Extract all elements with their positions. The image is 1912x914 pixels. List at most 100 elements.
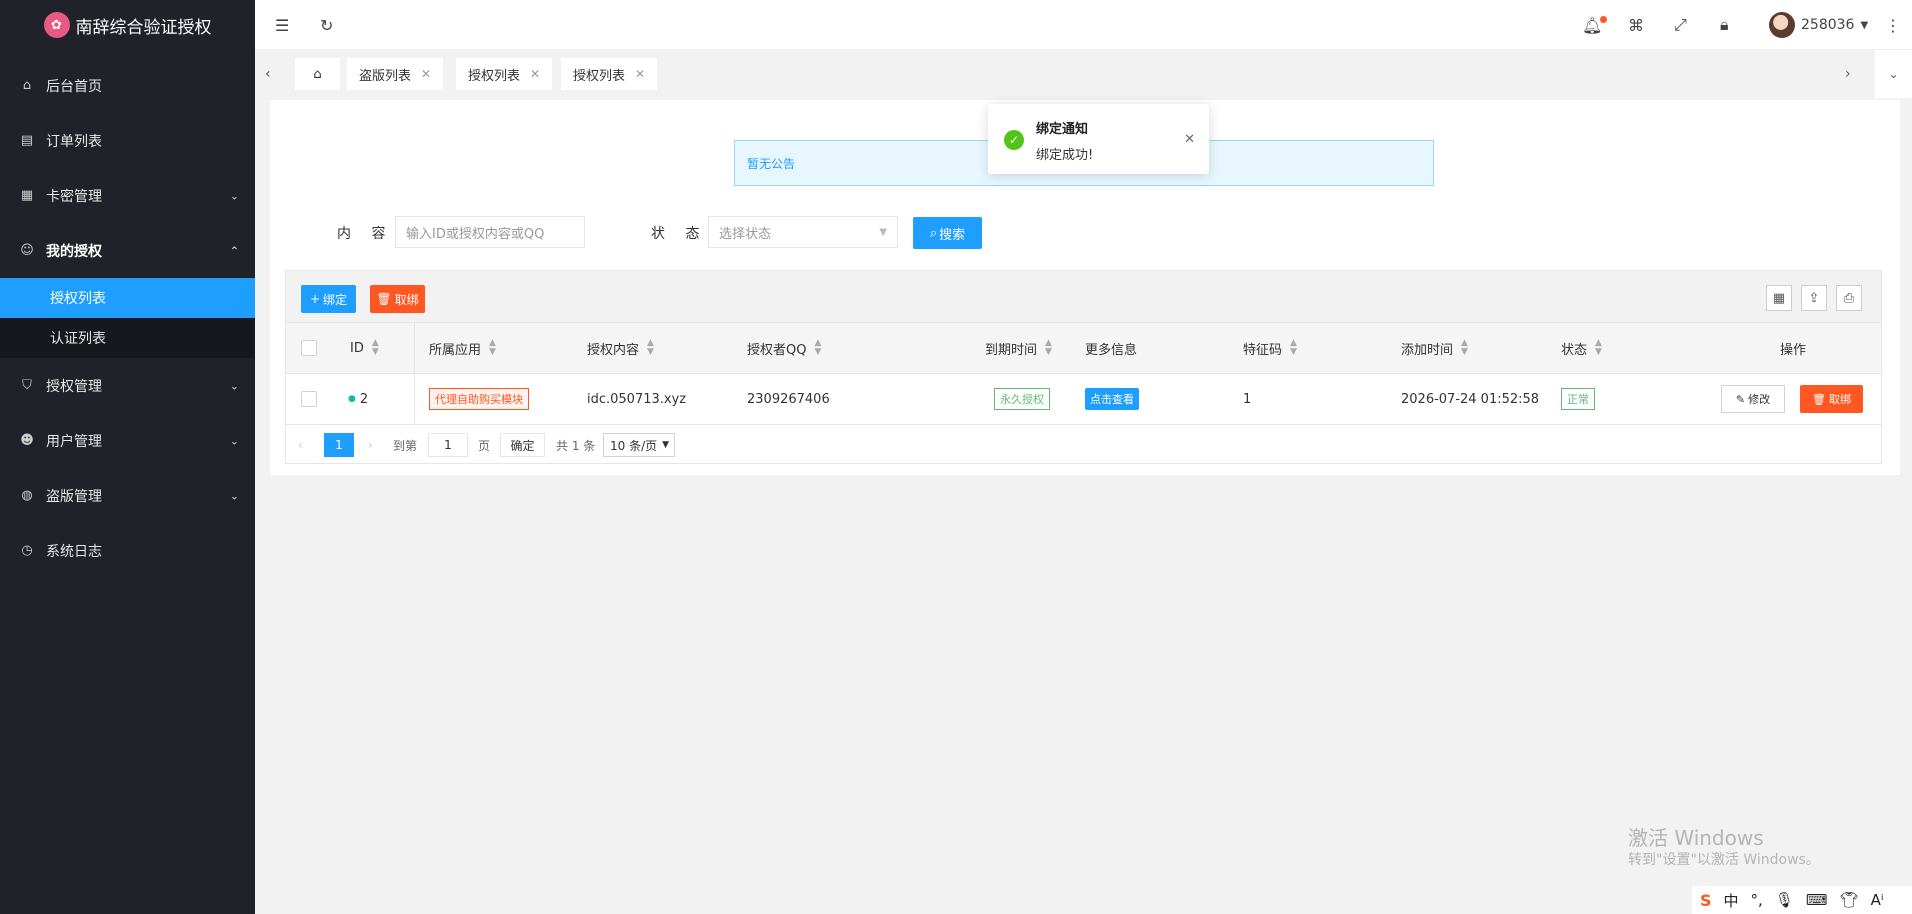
bind-button-label: 绑定 [323, 292, 348, 307]
app-title: 南辞综合验证授权 [75, 17, 212, 38]
col-header-added[interactable]: 添加时间 ▲ ▼ [1401, 323, 1468, 373]
col-header-status[interactable]: 状态 ▲ ▼ [1561, 323, 1602, 373]
unbind-button[interactable]: 🗑︎ 取绑 [370, 285, 425, 313]
col-header-content[interactable]: 授权内容 ▲ ▼ [587, 323, 654, 373]
status-select[interactable]: 选择状态 ▼ [708, 216, 898, 248]
sidebar-item-label: 后台首页 [46, 78, 102, 95]
sidebar-item-piracy[interactable]: ◍ 盗版管理 ⌄ [0, 468, 255, 523]
export-icon[interactable]: ⇪ [1801, 285, 1827, 311]
caret-down-icon: ▼ [1860, 19, 1869, 31]
home-icon: ⌂ [313, 66, 322, 82]
tab-auth-list-active[interactable]: 授权列表 ✕ [561, 58, 658, 90]
search-icon: ⌕ [929, 225, 938, 241]
tabs-dropdown-icon[interactable]: ⌄ [1875, 50, 1912, 98]
select-all-checkbox[interactable] [301, 340, 317, 356]
lock-icon[interactable]: 🔒︎ [1720, 0, 1729, 50]
chevron-up-icon: ⌃ [229, 244, 239, 257]
sidebar: ✿ 南辞综合验证授权 ⌂ 后台首页 ▤ 订单列表 ▦ 卡密管理 ⌄ ☺ 我的授权… [0, 0, 255, 914]
sidebar-item-label: 我的授权 [46, 243, 102, 260]
columns-icon[interactable]: ▦ [1766, 285, 1792, 311]
microphone-icon[interactable]: 🎙︎ [1775, 891, 1794, 909]
bind-button[interactable]: + 绑定 [301, 285, 356, 313]
cell-id-value: 2 [359, 391, 369, 407]
page-next-icon[interactable]: › [368, 438, 373, 452]
col-header-feature[interactable]: 特征码 ▲ ▼ [1243, 323, 1297, 373]
expire-tag: 永久授权 [994, 388, 1050, 410]
tabs-next-icon[interactable]: › [1845, 50, 1851, 98]
chevron-down-icon: ⌄ [229, 189, 239, 202]
status-badge: 正常 [1561, 388, 1595, 410]
page-current[interactable]: 1 [324, 433, 354, 457]
close-icon[interactable]: ✕ [1184, 132, 1195, 147]
row-unbind-button[interactable]: 🗑︎ 取绑 [1800, 385, 1863, 413]
sidebar-item-cards[interactable]: ▦ 卡密管理 ⌄ [0, 168, 255, 223]
tab-label: 盗版列表 [359, 68, 412, 84]
print-icon[interactable]: ⎙ [1836, 285, 1862, 311]
cell-unbind: 🗑︎ 取绑 [1800, 374, 1863, 424]
goto-page-input[interactable]: 1 [428, 433, 468, 457]
sidebar-item-auth-manage[interactable]: ⛉ 授权管理 ⌄ [0, 358, 255, 413]
toast-title: 绑定通知 [1036, 122, 1089, 137]
close-icon[interactable]: ✕ [635, 67, 645, 81]
punctuation-icon[interactable]: °, [1751, 891, 1763, 909]
sidebar-item-logs[interactable]: ◷ 系统日志 [0, 523, 255, 578]
cell-status: 正常 [1561, 374, 1595, 424]
status-filter-label: 状 态 [651, 226, 708, 242]
user-icon: ☻ [20, 433, 34, 448]
pencil-icon: ✎ [1735, 392, 1746, 406]
col-header-label: 添加时间 [1401, 342, 1454, 358]
sort-icon: ▲ ▼ [371, 338, 379, 357]
sidebar-subitem-cert-list[interactable]: 认证列表 [0, 318, 255, 358]
sidebar-item-home[interactable]: ⌂ 后台首页 [0, 58, 255, 113]
view-more-button[interactable]: 点击查看 [1085, 388, 1139, 410]
tag-icon[interactable]: ⌘ [1628, 0, 1644, 50]
menu-toggle-icon[interactable]: ☰ [275, 0, 289, 50]
goto-confirm-button[interactable]: 确定 [500, 433, 545, 457]
table-header: ID ▲ ▼ 所属应用 ▲ ▼ 授权内容 ▲ ▼ 授权者QQ ▲ ▼ 到期时间 ▲ ▼ 更多信息 特… [286, 323, 1881, 374]
edit-button[interactable]: ✎ 修改 [1721, 385, 1785, 413]
content-search-input[interactable]: 输入ID或授权内容或QQ [395, 216, 585, 248]
search-button-label: 搜索 [939, 227, 966, 243]
ime-mode-indicator[interactable]: 中 [1724, 890, 1739, 911]
tabs-prev-icon[interactable]: ‹ [265, 50, 271, 98]
shield-icon: ⛉ [22, 378, 32, 393]
tab-piracy-list[interactable]: 盗版列表 ✕ [347, 58, 444, 90]
col-header-app[interactable]: 所属应用 ▲ ▼ [429, 323, 496, 373]
bell-icon[interactable]: 🔔︎ [1582, 0, 1602, 50]
more-vertical-icon[interactable]: ⋮ [1885, 0, 1901, 50]
keyboard-icon[interactable]: ⌨ [1806, 891, 1828, 909]
shirt-icon[interactable]: 👕︎ [1840, 891, 1859, 909]
col-header-expire[interactable]: 到期时间 ▲ ▼ [985, 323, 1052, 373]
sidebar-item-users[interactable]: ☻ 用户管理 ⌄ [0, 413, 255, 468]
close-icon[interactable]: ✕ [421, 67, 431, 81]
fullscreen-icon[interactable]: ⤢ [1674, 0, 1687, 50]
col-header-id[interactable]: ID ▲ ▼ [350, 323, 379, 373]
check-circle-icon: ✓ [1004, 130, 1024, 150]
tab-home[interactable]: ⌂ [295, 58, 340, 90]
sidebar-item-my-auth[interactable]: ☺ 我的授权 ⌃ [0, 223, 255, 278]
page-size-select[interactable]: 10 条/页 ▼ [603, 433, 675, 457]
sort-icon: ▲ ▼ [1045, 338, 1052, 357]
table-toolbar: + 绑定 🗑︎ 取绑 ▦ ⇪ ⎙ [286, 271, 1881, 323]
tab-auth-list[interactable]: 授权列表 ✕ [456, 58, 553, 90]
sidebar-item-orders[interactable]: ▤ 订单列表 [0, 113, 255, 168]
sogou-icon[interactable]: S [1700, 891, 1712, 910]
refresh-icon[interactable]: ↻ [320, 0, 333, 50]
col-header-label: 状态 [1561, 342, 1588, 358]
activation-watermark-title: 激活 Windows [1628, 826, 1764, 850]
page-prev-icon[interactable]: ‹ [298, 438, 303, 452]
sidebar-item-label: 系统日志 [46, 543, 102, 560]
row-checkbox[interactable] [301, 391, 317, 407]
page-size-value: 10 条/页 [610, 438, 658, 453]
search-button[interactable]: ⌕ 搜索 [913, 217, 982, 249]
cell-expire: 永久授权 [994, 374, 1050, 424]
user-menu[interactable]: 258036 ▼ [1769, 0, 1868, 50]
ai-icon[interactable]: Aⁱ [1871, 891, 1884, 909]
sidebar-subitem-auth-list[interactable]: 授权列表 [0, 278, 255, 318]
sort-icon: ▲ ▼ [1461, 338, 1468, 357]
col-header-label: ID [350, 340, 364, 356]
app-logo[interactable]: ✿ 南辞综合验证授权 [0, 0, 255, 50]
close-icon[interactable]: ✕ [530, 67, 540, 81]
col-header-qq[interactable]: 授权者QQ ▲ ▼ [747, 323, 821, 373]
unbind-button-label: 取绑 [394, 292, 419, 307]
